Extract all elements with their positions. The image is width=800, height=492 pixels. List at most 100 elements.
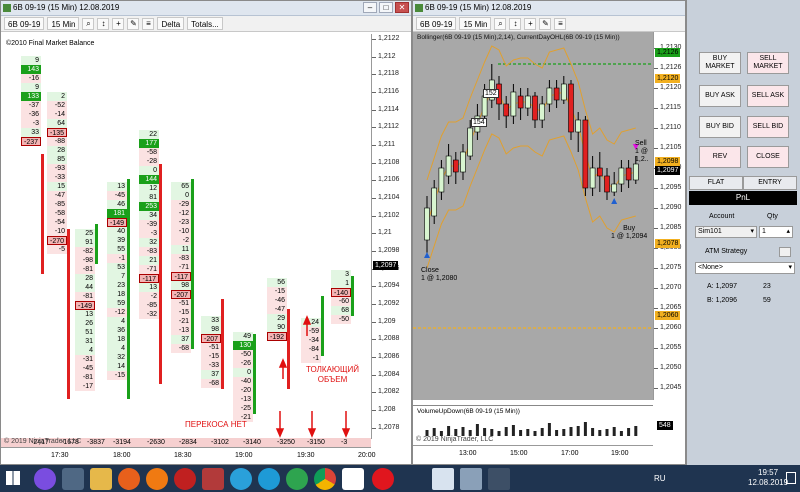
volume-bar [533, 431, 537, 436]
buy-ask-button[interactable]: BUY ASK [699, 85, 741, 107]
price-label: 1,2126 [660, 64, 682, 71]
sell-bid-button[interactable]: SELL BID [747, 116, 789, 138]
close-position-button[interactable]: CLOSE [747, 146, 789, 168]
start-icon[interactable] [6, 471, 20, 485]
yandex-icon[interactable] [342, 468, 364, 490]
skype-icon[interactable] [258, 468, 280, 490]
candle-body [517, 95, 524, 109]
close-arrow [424, 252, 430, 258]
title-bar[interactable]: 6B 09-19 (15 Min) 12.08.2019 [413, 1, 685, 16]
time-label: 18:00 [113, 452, 131, 459]
volume-bar [447, 426, 451, 436]
price-label: 1,2085 [660, 224, 682, 231]
notification-icon[interactable] [786, 472, 796, 484]
candle-body [460, 151, 466, 173]
telegram-icon[interactable] [230, 468, 252, 490]
draw-icon[interactable]: ✎ [539, 17, 552, 30]
clock[interactable]: 19:57 12.08.2019 [748, 468, 788, 488]
volume-bar [612, 427, 616, 436]
search-assistant-icon[interactable] [34, 468, 56, 490]
buy-bid-button[interactable]: BUY BID [699, 116, 741, 138]
price-tick [654, 288, 658, 289]
buy-market-button[interactable]: BUY MARKET [699, 52, 741, 74]
opera-icon[interactable] [372, 468, 394, 490]
volume-pane[interactable]: VolumeUpDown(6B 09-19 (15 Min)) © 2019 N… [413, 405, 653, 445]
app-icon [415, 4, 423, 12]
candle-body [561, 83, 567, 101]
instrument-selector[interactable]: 6B 09-19 [416, 17, 457, 30]
sell-market-button[interactable]: SELL MARKET [747, 52, 789, 74]
interval-selector[interactable]: 15 Min [459, 17, 492, 30]
delta-total: -2834 [179, 439, 197, 446]
file-explorer-icon[interactable] [90, 468, 112, 490]
atm-settings-button[interactable] [779, 247, 791, 257]
windows-taskbar: RU 19:57 12.08.2019 [0, 465, 800, 492]
candlestick-chart-window[interactable]: 6B 09-19 (15 Min) 12.08.2019 6B 09-19 15… [412, 0, 686, 465]
time-axis[interactable]: 17:30 18:00 18:30 19:00 19:30 20:00 [1, 447, 376, 464]
volume-bar [627, 428, 631, 436]
volume-bar [540, 428, 544, 436]
time-label: 17:30 [51, 452, 69, 459]
trader-app-icon[interactable] [174, 468, 196, 490]
firefox-icon[interactable] [118, 468, 140, 490]
candle-body [467, 127, 474, 157]
close-trade-label: Close 1 @ 1,2080 [421, 267, 458, 282]
crosshair-icon[interactable]: + [524, 17, 537, 30]
price-tick [654, 208, 658, 209]
volume-bar [591, 428, 595, 436]
price-tick [654, 328, 658, 329]
app-icon-dark[interactable] [488, 468, 510, 490]
account-select[interactable]: Sim101 ▾ [695, 226, 757, 238]
account-label: Account [709, 213, 735, 220]
bid-row: B: 1,2096 59 [707, 297, 771, 304]
chrome-icon[interactable] [314, 468, 336, 490]
task-view-icon[interactable] [62, 468, 84, 490]
volume-bar [562, 429, 566, 436]
avast-icon[interactable] [146, 468, 168, 490]
time-axis[interactable]: 13:00 15:00 17:00 19:00 [413, 445, 653, 464]
volume-bar [511, 425, 515, 436]
price-label: 1,2090 [660, 204, 682, 211]
candle-body [633, 163, 639, 181]
candle-plot[interactable]: Bollinger(6B 09-19 (15 Min),2,14), Curre… [413, 32, 653, 400]
app-icon-small[interactable] [460, 468, 482, 490]
reverse-button[interactable]: REV [699, 146, 741, 168]
price-tick [654, 68, 658, 69]
price-tick [654, 368, 658, 369]
volume-bar [583, 422, 587, 436]
price-tick [654, 268, 658, 269]
flat-button[interactable]: FLAT [689, 176, 743, 190]
sell-ask-button[interactable]: SELL ASK [747, 85, 789, 107]
qty-input[interactable]: 1 ▴ [759, 226, 793, 238]
volume-bar [504, 427, 508, 436]
ninjatrader-icon[interactable] [202, 468, 224, 490]
candle-body [597, 167, 603, 177]
time-label: 17:00 [561, 450, 579, 457]
price-label: 1,2115 [660, 104, 681, 111]
volume-tag: 548 [657, 421, 673, 430]
properties-icon[interactable]: ≡ [554, 17, 567, 30]
price-label: 1,2070 [660, 284, 682, 291]
notepad-icon[interactable] [432, 468, 454, 490]
low2-tag: 1,2060 [655, 311, 681, 320]
buy-trade-label: Buy 1 @ 1,2094 [611, 225, 648, 240]
zoom-icon[interactable]: ⌕ [494, 17, 507, 30]
volume-bar [526, 429, 530, 436]
footprint-chart-window[interactable]: 6B 09-19 (15 Min) 12.08.2019 – □ ✕ 6B 09… [0, 0, 412, 465]
scale-icon[interactable]: ↕ [509, 17, 522, 30]
entry-button[interactable]: ENTRY [743, 176, 797, 190]
keyboard-language[interactable]: RU [654, 474, 666, 483]
order-entry-panel: BUY MARKET SELL MARKET BUY ASK SELL ASK … [686, 0, 800, 492]
bollinger-band [426, 89, 636, 225]
chart-toolbar: 6B 09-19 15 Min ⌕ ↕ + ✎ ≡ [413, 16, 685, 32]
price-tick [654, 388, 658, 389]
price-axis[interactable]: 1,21301,21261,21201,21151,21101,21051,21… [653, 32, 685, 400]
app-icon-green[interactable] [286, 468, 308, 490]
candle-body [575, 119, 581, 133]
atm-strategy-select[interactable]: <None> ▾ [695, 262, 795, 274]
volume-bar [634, 426, 638, 436]
volume-bar [432, 428, 436, 436]
buy-arrow [611, 198, 618, 204]
delta-total: -3194 [113, 439, 131, 446]
candle-body [611, 183, 617, 193]
